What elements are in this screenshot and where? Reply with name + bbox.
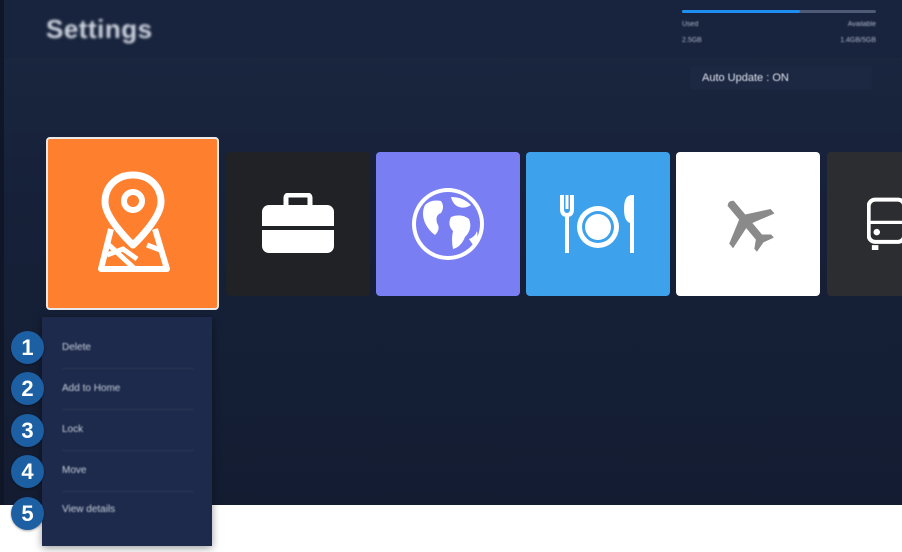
airplane-icon — [727, 200, 775, 252]
callout-badge: 5 — [11, 497, 44, 530]
globe-icon — [412, 188, 484, 260]
auto-update-button[interactable]: Auto Update : ON — [690, 66, 872, 90]
briefcase-icon — [262, 193, 334, 253]
menu-item-lock[interactable]: Lock — [62, 410, 194, 451]
menu-item-view-details[interactable]: View details — [62, 490, 194, 530]
callout-badge: 1 — [11, 331, 44, 364]
callout-badge: 2 — [11, 372, 44, 405]
bus-icon — [867, 197, 902, 250]
app-tile-bus[interactable] — [827, 152, 902, 296]
callout-badge: 4 — [11, 455, 44, 488]
app-tile-map[interactable] — [46, 137, 219, 310]
used-label: Used — [682, 21, 699, 28]
menu-item-add-to-home[interactable]: Add to Home — [62, 369, 194, 410]
used-value: 2.5GB — [682, 37, 702, 44]
dining-icon — [560, 195, 634, 253]
storage-indicator: Used Available 2.5GB 1.4GB/5GB — [682, 10, 876, 44]
map-icon — [97, 171, 170, 272]
available-value: 1.4GB/5GB — [840, 37, 876, 44]
available-label: Available — [847, 21, 876, 28]
app-tile-dining[interactable] — [526, 152, 670, 296]
app-tile-globe[interactable] — [376, 152, 520, 296]
callout-badge: 3 — [11, 414, 44, 447]
app-tile-airplane[interactable] — [676, 152, 820, 296]
context-menu: Delete Add to Home Lock Move View detail… — [42, 317, 212, 546]
menu-item-delete[interactable]: Delete — [62, 328, 194, 369]
app-tile-briefcase[interactable] — [226, 152, 370, 296]
menu-item-move[interactable]: Move — [62, 451, 194, 492]
page-title: Settings — [46, 14, 153, 44]
storage-bar — [682, 10, 876, 13]
storage-bar-fill — [682, 10, 801, 13]
